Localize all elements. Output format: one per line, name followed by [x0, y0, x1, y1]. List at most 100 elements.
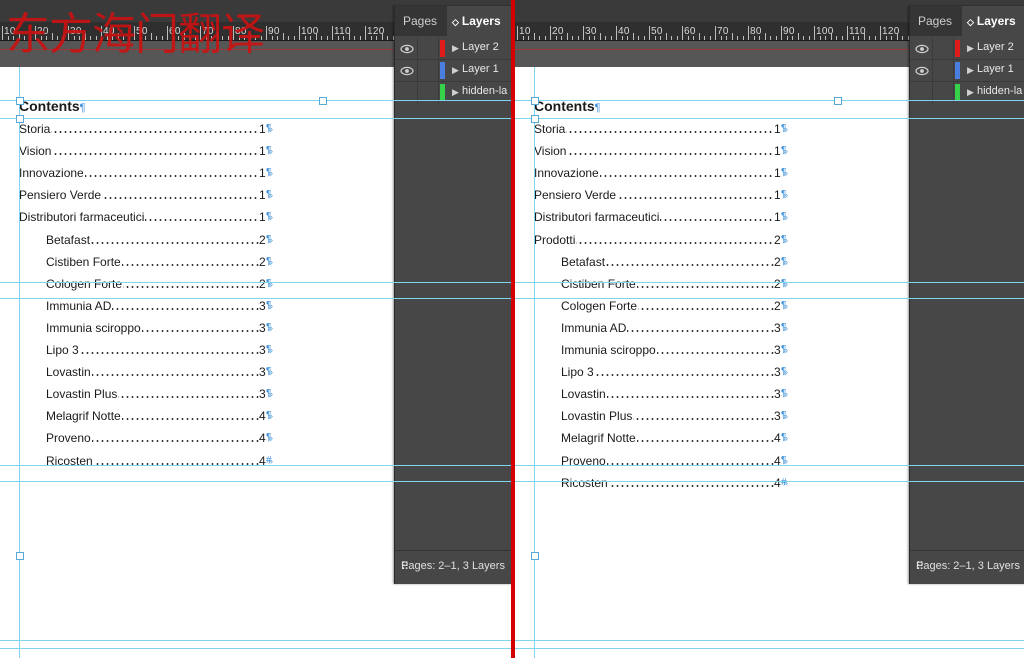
toc-entry-label: Lipo 3: [46, 343, 80, 357]
toc-entry[interactable]: Storia» 1 ¶: [534, 122, 807, 138]
eye-icon[interactable]: [400, 64, 414, 76]
resize-grip-icon[interactable]: ⠿: [916, 560, 1024, 582]
toc-entry[interactable]: Proveno» 4 ¶: [534, 453, 807, 470]
toc-entry[interactable]: Distributori farmaceutici» 1 ¶: [534, 210, 807, 226]
lock-toggle[interactable]: [932, 59, 954, 81]
ruler-tick-mark: [528, 36, 529, 40]
toc-entry[interactable]: Cologen Forte» 2 ¶: [19, 276, 292, 293]
toc-entry-label: Distributori farmaceutici: [19, 210, 146, 225]
ruler-tick-mark: [781, 26, 782, 40]
tab-pages[interactable]: Pages: [395, 6, 445, 36]
expand-triangle-icon[interactable]: ▶: [967, 43, 974, 54]
lock-toggle[interactable]: [417, 37, 439, 59]
ruler-tick-mark: [227, 36, 229, 40]
tab-layers[interactable]: ◇ Layers: [447, 6, 511, 36]
toc-entry[interactable]: Lipo 3» 3 ¶: [19, 343, 292, 359]
tab-pages[interactable]: Pages: [910, 6, 960, 36]
toc-entry[interactable]: Ricosten» 4 #: [19, 453, 292, 470]
toc-entry-label: Cistiben Forte: [46, 254, 122, 269]
layer-color-swatch: [440, 40, 445, 57]
toc-entry[interactable]: Melagrif Notte» 4 ¶: [534, 431, 807, 447]
tab-layers[interactable]: ◇ Layers: [962, 6, 1024, 36]
toc-entry[interactable]: Lovastin Plus» 3 ¶: [534, 409, 807, 425]
toc-entry[interactable]: Betafast» 2 ¶: [534, 254, 807, 271]
toc-entry-label: Immunia AD: [46, 298, 113, 313]
toc-entry[interactable]: Immunia sciroppo» 3 ¶: [534, 343, 807, 359]
toc-entry[interactable]: Immunia AD» 3 ¶: [534, 320, 807, 337]
toc-entry[interactable]: Immunia AD» 3 ¶: [19, 298, 292, 315]
layer-row[interactable]: ▶ Layer 2: [910, 37, 1024, 60]
frame-handle[interactable]: [531, 97, 539, 105]
toc-entry[interactable]: Lipo 3» 3 ¶: [534, 365, 807, 381]
toc-entry-page: 3: [774, 409, 781, 424]
eye-icon[interactable]: [915, 64, 929, 76]
toc-entry[interactable]: Proveno» 4 ¶: [19, 431, 292, 447]
toc-entry[interactable]: Cistiben Forte» 2 ¶: [19, 254, 292, 271]
toc-entry[interactable]: Pensiero Verde» 1 ¶: [534, 188, 807, 204]
toc-entry[interactable]: Cistiben Forte» 2 ¶: [534, 276, 807, 293]
frame-handle[interactable]: [16, 115, 24, 123]
expand-triangle-icon[interactable]: ▶: [452, 65, 459, 76]
frame-handle[interactable]: [319, 97, 327, 105]
toc-entry-page: 3: [259, 387, 266, 402]
ruler-tick-mark: [885, 36, 887, 40]
toc-entry[interactable]: Prodotti» 2 ¶: [534, 232, 807, 249]
toc-entry[interactable]: Betafast» 2 ¶: [19, 232, 292, 249]
eye-icon[interactable]: [400, 42, 414, 54]
ruler-tick-mark: [660, 36, 661, 40]
visibility-toggle[interactable]: [915, 86, 929, 98]
layers-panel: Pages ◇ Layers ▶ Layer 2 ▶ Layer 1 ▶ hidden-la Pa…: [909, 6, 1024, 584]
toc-entry-page: 4: [259, 409, 266, 424]
ruler-tick-mark: [539, 36, 540, 40]
toc-entry[interactable]: Ricosten» 4 #: [534, 475, 807, 492]
toc-entry[interactable]: Melagrif Notte» 4 ¶: [19, 409, 292, 425]
eye-icon[interactable]: [915, 42, 929, 54]
toc-entry[interactable]: Vision» 1 ¶: [19, 144, 292, 160]
pilcrow-mark: ¶: [266, 388, 272, 400]
layer-row[interactable]: ▶ Layer 1: [395, 59, 511, 82]
frame-handle[interactable]: [531, 115, 539, 123]
visibility-toggle[interactable]: [400, 86, 414, 98]
frame-handle[interactable]: [834, 97, 842, 105]
ruler-tick-mark: [255, 36, 256, 40]
ruler-tick-mark: [277, 36, 278, 40]
toc-entry[interactable]: Immunia sciroppo» 3 ¶: [19, 320, 292, 337]
toc-entry[interactable]: Innovazione» 1 ¶: [534, 166, 807, 182]
layer-row[interactable]: ▶ Layer 1: [910, 59, 1024, 82]
ruler-tick-mark: [299, 26, 300, 40]
toc-entry[interactable]: Storia» 1 ¶: [19, 122, 292, 138]
frame-handle[interactable]: [16, 97, 24, 105]
toc-entry[interactable]: Lovastin Plus» 3 ¶: [19, 387, 292, 403]
expand-triangle-icon[interactable]: ▶: [452, 87, 459, 98]
frame-handle[interactable]: [531, 552, 539, 560]
ruler-tick-mark: [321, 36, 322, 40]
left-document-pane: 10 20 30 40 50 60 70 80 90 100 110 120 Contents¶ Sto…: [0, 0, 511, 658]
toc-entry[interactable]: Cologen Forte» 2 ¶: [534, 298, 807, 315]
toc-entry[interactable]: Distributori farmaceutici» 1 ¶: [19, 210, 292, 226]
ruler-tick-mark: [671, 36, 672, 40]
lock-toggle[interactable]: [417, 59, 439, 81]
toc-entry[interactable]: Lovastin» 3 ¶: [534, 387, 807, 403]
ruler-tick-mark: [304, 36, 306, 40]
ruler-tick-mark: [222, 36, 223, 40]
expand-triangle-icon[interactable]: ▶: [967, 65, 974, 76]
toc-entry[interactable]: Vision» 1 ¶: [534, 144, 807, 160]
lock-toggle[interactable]: [932, 37, 954, 59]
toc-entry[interactable]: Lovastin» 3 ¶: [19, 365, 292, 381]
expand-triangle-icon[interactable]: ▶: [967, 87, 974, 98]
toc-entry-label: Immunia sciroppo: [46, 320, 142, 335]
ruler-tick-mark: [288, 36, 289, 40]
ruler-tick-mark: [62, 36, 64, 40]
pilcrow-mark: ¶: [781, 189, 787, 201]
toc-entry-page: 1: [774, 188, 781, 203]
toc-entry-page: 2: [259, 232, 266, 247]
toc-entry-label: Immunia sciroppo: [561, 343, 657, 357]
frame-handle[interactable]: [16, 552, 24, 560]
expand-triangle-icon[interactable]: ▶: [452, 43, 459, 54]
toc-entry[interactable]: Innovazione» 1 ¶: [19, 166, 292, 182]
layer-row[interactable]: ▶ Layer 2: [395, 37, 511, 60]
ruler-tick-mark: [786, 36, 788, 40]
toc-entry[interactable]: Pensiero Verde» 1 ¶: [19, 188, 292, 204]
resize-grip-icon[interactable]: ⠿: [401, 560, 511, 582]
ruler-tick-mark: [522, 36, 524, 40]
